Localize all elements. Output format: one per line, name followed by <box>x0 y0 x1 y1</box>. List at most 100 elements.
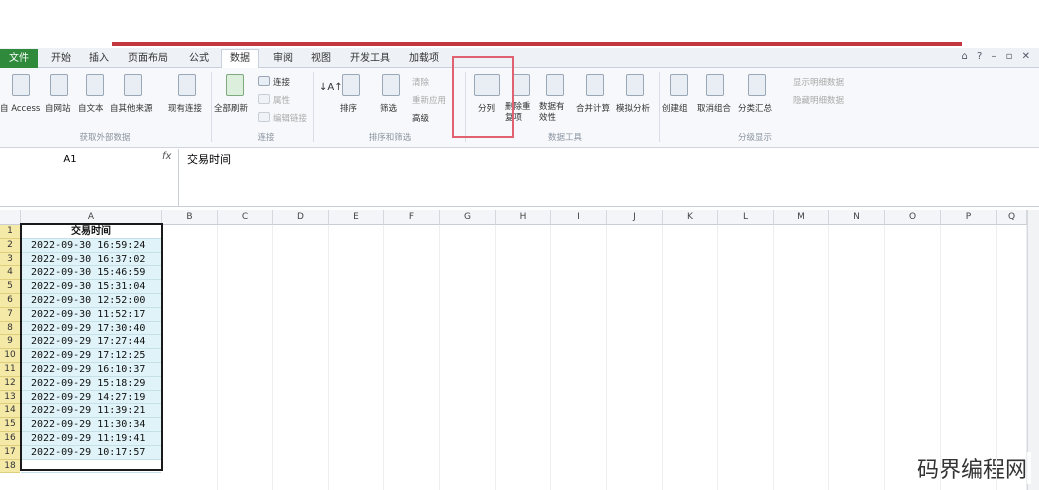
tab-insert[interactable]: 插入 <box>82 50 116 67</box>
column-header-f[interactable]: F <box>384 210 440 225</box>
table-cell[interactable]: 2022-09-30 16:59:24 <box>21 238 161 253</box>
column-header-p[interactable]: P <box>941 210 997 225</box>
row-header-1[interactable]: 1 <box>0 225 20 239</box>
tab-file[interactable]: 文件 <box>0 49 38 68</box>
select-all-corner[interactable] <box>0 210 21 225</box>
name-box[interactable]: A1 <box>0 151 140 169</box>
row-header-2[interactable]: 2 <box>0 238 20 253</box>
what-if-analysis-button[interactable]: 模拟分析 <box>616 102 650 114</box>
vertical-scrollbar[interactable] <box>1027 210 1039 490</box>
row-header-17[interactable]: 17 <box>0 445 20 460</box>
from-access-button[interactable]: 自 Access <box>0 102 40 114</box>
row-header-6[interactable]: 6 <box>0 294 20 308</box>
row-header-8[interactable]: 8 <box>0 321 20 336</box>
filter-button[interactable]: 筛选 <box>380 102 397 114</box>
subtotal-button[interactable]: 分类汇总 <box>738 102 772 114</box>
table-cell[interactable]: 2022-09-29 15:18:29 <box>21 376 161 391</box>
hide-detail-button[interactable]: 隐藏明细数据 <box>793 94 844 106</box>
table-cell[interactable]: 2022-09-30 15:46:59 <box>21 266 161 281</box>
tab-data[interactable]: 数据 <box>221 49 259 68</box>
group-button[interactable]: 创建组 <box>662 102 688 114</box>
clear-filter-button[interactable]: 清除 <box>412 76 429 88</box>
table-cell[interactable]: 2022-09-29 17:30:40 <box>21 321 161 336</box>
row-header-15[interactable]: 15 <box>0 418 20 432</box>
watermark-text: 码界编程网 <box>912 452 1031 484</box>
column-header-k[interactable]: K <box>663 210 718 225</box>
table-cell[interactable]: 2022-09-29 17:12:25 <box>21 349 161 363</box>
gridline <box>606 225 607 490</box>
row-header-18[interactable]: 18 <box>0 459 20 474</box>
row-header-9[interactable]: 9 <box>0 335 20 350</box>
row-header-13[interactable]: 13 <box>0 390 20 405</box>
row-header-14[interactable]: 14 <box>0 404 20 419</box>
row-header-7[interactable]: 7 <box>0 307 20 322</box>
column-header-l[interactable]: L <box>718 210 774 225</box>
table-cell[interactable]: 2022-09-29 14:27:19 <box>21 390 161 405</box>
tab-page-layout[interactable]: 页面布局 <box>120 50 176 67</box>
top-blank-area <box>0 0 1039 48</box>
existing-connections-button[interactable]: 现有连接 <box>168 102 202 114</box>
edit-links-button[interactable]: 编辑链接 <box>273 112 307 124</box>
tab-home[interactable]: 开始 <box>44 50 78 67</box>
connections-button[interactable]: 连接 <box>273 76 290 88</box>
reapply-button[interactable]: 重新应用 <box>412 94 446 106</box>
row-header-16[interactable]: 16 <box>0 432 20 446</box>
table-cell[interactable]: 2022-09-29 16:10:37 <box>21 363 161 377</box>
from-other-sources-button[interactable]: 自其他来源 <box>110 102 153 114</box>
column-header-i[interactable]: I <box>551 210 607 225</box>
tab-developer[interactable]: 开发工具 <box>342 50 398 67</box>
row-header-10[interactable]: 10 <box>0 349 20 363</box>
table-cell[interactable]: 2022-09-30 16:37:02 <box>21 252 161 267</box>
show-detail-button[interactable]: 显示明细数据 <box>793 76 844 88</box>
row-header-12[interactable]: 12 <box>0 376 20 391</box>
column-header-o[interactable]: O <box>885 210 941 225</box>
column-header-h[interactable]: H <box>496 210 551 225</box>
tab-formulas[interactable]: 公式 <box>180 50 218 67</box>
data-validation-button[interactable]: 数据有效性 <box>539 102 571 124</box>
row-header-4[interactable]: 4 <box>0 266 20 281</box>
table-cell[interactable]: 2022-09-29 11:39:21 <box>21 404 161 419</box>
column-header-n[interactable]: N <box>829 210 885 225</box>
column-header-j[interactable]: J <box>607 210 663 225</box>
table-cell[interactable]: 2022-09-29 11:30:34 <box>21 418 161 432</box>
fx-icon[interactable]: fx <box>162 151 171 162</box>
table-cell[interactable] <box>21 459 161 474</box>
ungroup-button[interactable]: 取消组合 <box>697 102 731 114</box>
from-web-button[interactable]: 自网站 <box>45 102 71 114</box>
header-cell[interactable]: 交易时间 <box>21 225 161 239</box>
from-text-button[interactable]: 自文本 <box>78 102 104 114</box>
column-header-a[interactable]: A <box>21 210 162 225</box>
column-header-m[interactable]: M <box>774 210 829 225</box>
refresh-all-button[interactable]: 全部刷新 <box>214 102 248 114</box>
column-header-d[interactable]: D <box>273 210 329 225</box>
tab-view[interactable]: 视图 <box>304 50 338 67</box>
sort-button[interactable]: 排序 <box>340 102 357 114</box>
tab-review[interactable]: 审阅 <box>264 50 302 67</box>
advanced-filter-button[interactable]: 高级 <box>412 112 429 124</box>
ribbon: 自 Access 自网站 自文本 自其他来源 现有连接 获取外部数据 全部刷新 … <box>0 68 1039 148</box>
row-header-5[interactable]: 5 <box>0 280 20 294</box>
table-cell[interactable]: 2022-09-30 12:52:00 <box>21 294 161 308</box>
table-cell[interactable]: 2022-09-29 17:27:44 <box>21 335 161 350</box>
highlight-box-text-to-columns <box>452 56 514 138</box>
column-header-b[interactable]: B <box>162 210 218 225</box>
group-label-outline: 分级显示 <box>737 133 772 143</box>
tab-addins[interactable]: 加载项 <box>402 50 446 67</box>
table-cell[interactable]: 2022-09-30 11:52:17 <box>21 307 161 322</box>
column-header-e[interactable]: E <box>329 210 384 225</box>
properties-button[interactable]: 属性 <box>273 94 290 106</box>
separator <box>211 72 212 142</box>
row-header-3[interactable]: 3 <box>0 252 20 267</box>
formula-content[interactable]: 交易时间 <box>187 151 231 167</box>
table-cell[interactable]: 2022-09-29 11:19:41 <box>21 432 161 446</box>
table-cell[interactable]: 2022-09-29 10:17:57 <box>21 445 161 460</box>
column-header-c[interactable]: C <box>218 210 273 225</box>
group-label-connections: 连接 <box>257 133 275 143</box>
row-header-11[interactable]: 11 <box>0 363 20 377</box>
table-cell[interactable]: 2022-09-30 15:31:04 <box>21 280 161 294</box>
column-header-q[interactable]: Q <box>997 210 1027 225</box>
consolidate-button[interactable]: 合并计算 <box>576 102 610 114</box>
column-header-g[interactable]: G <box>440 210 496 225</box>
gridline <box>495 225 496 490</box>
window-controls[interactable]: ⌂ ? – ▫ ✕ <box>961 51 1033 62</box>
